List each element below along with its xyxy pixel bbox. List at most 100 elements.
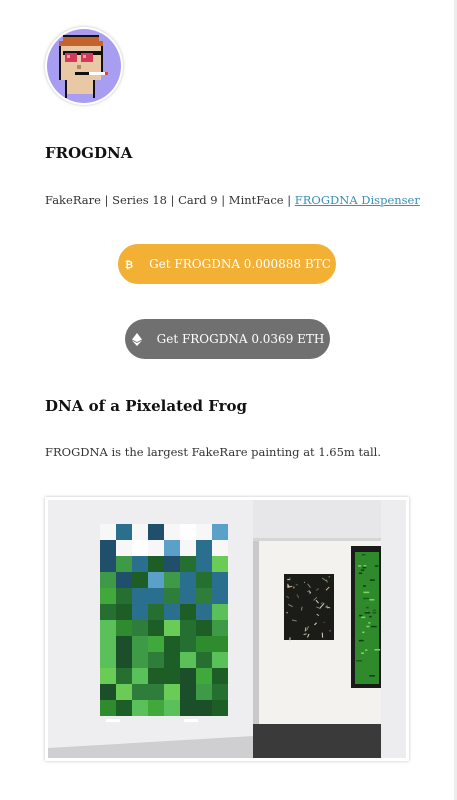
painting-stroke — [369, 615, 372, 618]
painting-stroke — [365, 649, 368, 651]
painting-pixel — [180, 668, 196, 684]
get-btc-label: Get FROGDNA 0.000888 BTC — [149, 257, 331, 271]
painting-stroke — [359, 614, 363, 617]
painting-pixel — [196, 556, 212, 572]
painting-pixel — [212, 684, 228, 700]
painting-stroke — [364, 612, 371, 614]
get-eth-button[interactable]: Get FROGDNA 0.0369 ETH — [125, 319, 330, 359]
painting-pixel — [116, 556, 132, 572]
painting-pixel — [180, 556, 196, 572]
painting-pixel — [164, 668, 180, 684]
gallery-photo — [45, 497, 409, 761]
painting-pixel — [196, 588, 212, 604]
dispenser-link[interactable]: FROGDNA Dispenser — [295, 193, 420, 207]
painting-pixel — [116, 524, 132, 540]
painting-stroke — [372, 611, 377, 614]
painting-stroke — [300, 606, 303, 611]
painting-pixel — [196, 620, 212, 636]
painting-pixel — [100, 540, 116, 556]
avatar — [45, 27, 123, 105]
painting-stroke — [361, 652, 365, 654]
painting-stroke — [368, 622, 371, 624]
painting-pixel — [148, 668, 164, 684]
painting-pixel — [164, 556, 180, 572]
painting-pixel — [196, 636, 212, 652]
painting-stroke — [361, 554, 366, 556]
painting-pixel — [212, 604, 228, 620]
painting-pixel — [132, 700, 148, 716]
painting-pixel — [164, 604, 180, 620]
card-title: FROGDNA — [45, 144, 133, 162]
painting-pixel — [180, 684, 196, 700]
painting-stroke — [358, 572, 363, 575]
painting-pixel — [164, 540, 180, 556]
painting-pixel — [196, 684, 212, 700]
painting-pixel — [148, 652, 164, 668]
painting-pixel — [148, 636, 164, 652]
painting-pixel — [116, 540, 132, 556]
painting-pixel — [148, 588, 164, 604]
painting-pixel — [164, 652, 180, 668]
painting-pixel — [212, 524, 228, 540]
painting-pixel — [100, 556, 116, 572]
painting-pixel — [116, 604, 132, 620]
pixel-frog-avatar-icon — [47, 29, 121, 103]
painting-stroke — [357, 565, 362, 567]
painting-pixel — [212, 620, 228, 636]
painting-pixel — [116, 620, 132, 636]
get-btc-button[interactable]: ₿ Get FROGDNA 0.000888 BTC — [118, 244, 336, 284]
painting-pixel — [164, 524, 180, 540]
painting-pixel — [148, 524, 164, 540]
painting-pixel — [196, 524, 212, 540]
painting-pixel — [180, 572, 196, 588]
painting-pixel — [132, 588, 148, 604]
painting-pixel — [116, 636, 132, 652]
card-meta-text: FakeRare | Series 18 | Card 9 | MintFace… — [45, 193, 295, 207]
painting-stroke — [362, 585, 366, 587]
painting-pixel — [148, 700, 164, 716]
painting-pixel — [180, 540, 196, 556]
painting-pixel — [180, 588, 196, 604]
painting-pixel — [100, 668, 116, 684]
painting-stroke — [360, 569, 365, 571]
painting-pixel — [132, 684, 148, 700]
painting-pixel — [212, 556, 228, 572]
painting-pixel — [212, 700, 228, 716]
painting-stroke — [369, 579, 375, 581]
painting-pixel — [164, 620, 180, 636]
painting-pixel — [180, 652, 196, 668]
painting-pixel — [196, 700, 212, 716]
painting-pixel — [212, 652, 228, 668]
gallery-photo-image — [48, 500, 406, 758]
painting-stroke — [286, 611, 288, 614]
painting-pixel — [196, 668, 212, 684]
painting-pixel — [100, 604, 116, 620]
painting-pixel — [132, 556, 148, 572]
painting-pixel — [180, 636, 196, 652]
painting-pixel — [148, 684, 164, 700]
bitcoin-icon: ₿ — [123, 258, 135, 270]
painting-stroke — [369, 675, 375, 677]
painting-stroke — [373, 609, 376, 612]
svg-text:₿: ₿ — [125, 259, 133, 270]
painting-pixel — [132, 540, 148, 556]
painting-pixel — [164, 588, 180, 604]
painting-pixel — [100, 524, 116, 540]
painting-stroke — [304, 627, 307, 632]
painting-pixel — [212, 572, 228, 588]
painting-pixel — [196, 540, 212, 556]
painting-pixel — [116, 668, 132, 684]
painting-pixel — [164, 572, 180, 588]
ethereum-icon — [131, 332, 143, 346]
painting-pixel — [116, 684, 132, 700]
painting-pixel — [116, 588, 132, 604]
painting-stroke — [362, 566, 367, 569]
painting-pixel — [100, 652, 116, 668]
painting-stroke — [356, 660, 363, 662]
painting-stroke — [363, 564, 367, 567]
painting-pixel — [196, 652, 212, 668]
painting-pixel — [148, 556, 164, 572]
painting-pixel — [116, 652, 132, 668]
painting-stroke — [365, 606, 369, 609]
painting-stroke — [361, 616, 366, 619]
